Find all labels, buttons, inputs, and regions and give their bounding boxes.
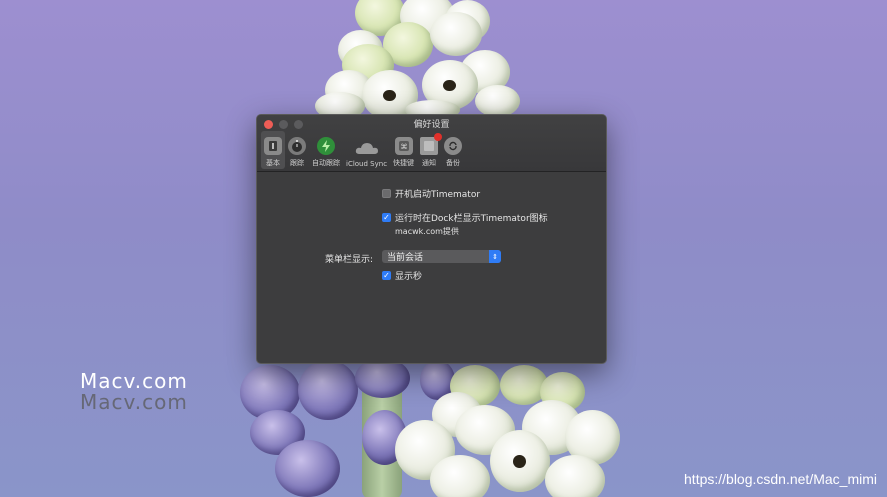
menubar-display-select[interactable]: 当前会话 ⇕ (382, 250, 501, 263)
keyboard-icon: ⌘ (394, 137, 413, 155)
preferences-toolbar: 基本 跟踪 自动跟踪 iCloud Sync ⌘ 快捷键 通知 备份 (261, 131, 465, 169)
flower-bud (545, 455, 605, 497)
tab-auto-tracking[interactable]: 自动跟踪 (309, 131, 343, 169)
preferences-window: 偏好设置 基本 跟踪 自动跟踪 iCloud Sync ⌘ 快捷键 通知 备份 … (256, 114, 607, 364)
dock-option-note: macwk.com提供 (395, 227, 459, 236)
tab-backup[interactable]: 备份 (441, 131, 465, 169)
tab-notifications[interactable]: 通知 (417, 131, 443, 169)
flower-bud (275, 440, 340, 497)
cloud-icon (355, 139, 379, 157)
show-dock-icon-option[interactable]: ✓ 运行时在Dock栏显示Timemator图标 (382, 211, 548, 224)
show-dock-icon-checkbox[interactable]: ✓ (382, 213, 391, 222)
tab-label: 自动跟踪 (312, 159, 340, 167)
backup-icon (444, 137, 463, 155)
show-seconds-label: 显示秒 (395, 272, 423, 282)
basic-settings-icon (264, 137, 282, 155)
flower-bud (430, 455, 490, 497)
tab-label: 备份 (446, 159, 461, 167)
menubar-display-value: 当前会话 (387, 253, 424, 263)
show-seconds-checkbox[interactable]: ✓ (382, 271, 391, 280)
notification-badge (434, 133, 443, 141)
tab-label: 通知 (422, 159, 437, 167)
notification-icon (420, 133, 443, 155)
svg-text:⌘: ⌘ (400, 143, 407, 151)
tab-label: 快捷键 (393, 159, 415, 167)
menubar-display-label: 菜单栏显示: (325, 255, 374, 265)
tab-label: 跟踪 (290, 159, 304, 167)
flower-bud (430, 12, 482, 56)
auto-track-icon (317, 137, 335, 155)
tab-basic[interactable]: 基本 (261, 131, 285, 169)
launch-at-login-checkbox[interactable] (382, 189, 391, 198)
flower-bud (490, 430, 550, 492)
stopwatch-icon (288, 137, 306, 155)
credit-url: https://blog.csdn.net/Mac_mimi (684, 471, 877, 487)
flower-bud (298, 360, 358, 420)
window-titlebar[interactable]: 偏好设置 基本 跟踪 自动跟踪 iCloud Sync ⌘ 快捷键 通知 备份 (257, 115, 606, 172)
watermark-text-shadow: Macv.com (80, 390, 188, 414)
tab-label: 基本 (266, 159, 280, 167)
flower-bud (475, 85, 520, 117)
launch-at-login-option[interactable]: 开机启动Timemator (382, 187, 480, 200)
launch-at-login-label: 开机启动Timemator (395, 190, 481, 200)
show-dock-icon-label: 运行时在Dock栏显示Timemator图标 (395, 214, 548, 224)
window-title: 偏好设置 (413, 120, 450, 130)
preferences-content: 开机启动Timemator ✓ 运行时在Dock栏显示Timemator图标 m… (257, 172, 606, 363)
tab-shortcuts[interactable]: ⌘ 快捷键 (390, 131, 417, 169)
flower-bud (355, 358, 410, 398)
show-seconds-option[interactable]: ✓ 显示秒 (382, 269, 422, 282)
chevron-updown-icon: ⇕ (489, 250, 501, 263)
tab-tracking[interactable]: 跟踪 (285, 131, 309, 169)
tab-icloud-sync[interactable]: iCloud Sync (343, 131, 390, 169)
tab-label: iCloud Sync (346, 160, 388, 168)
